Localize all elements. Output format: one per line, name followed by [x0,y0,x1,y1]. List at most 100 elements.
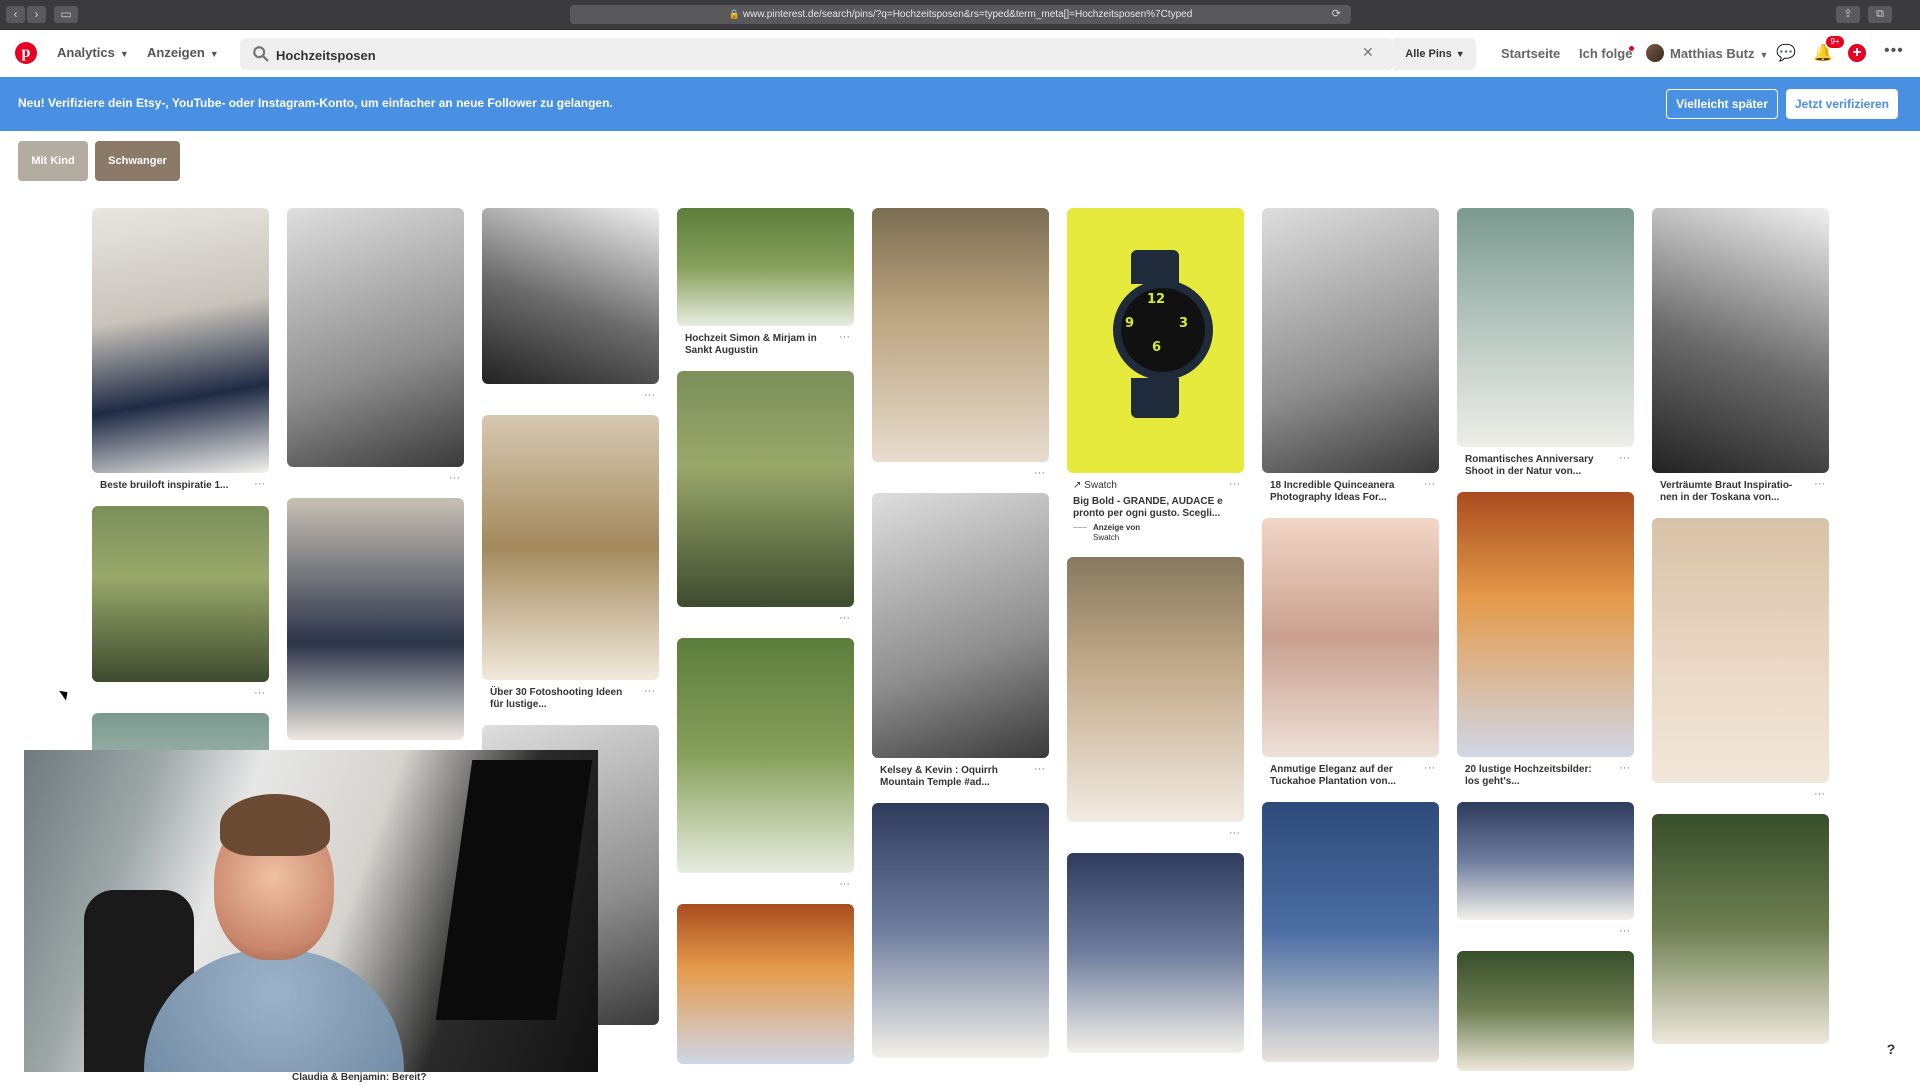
pin-card[interactable] [1457,951,1634,1071]
pin-card[interactable]: ··· Kelsey & Kevin : Oquirrh Mountain Te… [872,493,1049,789]
pin-card[interactable]: ··· 20 lustige Hochzeitsbilder: los geht… [1457,492,1634,788]
sidebar-toggle-button[interactable]: ▭ [54,6,78,23]
pin-image[interactable] [872,803,1049,1058]
pin-card[interactable]: ··· [677,371,854,624]
address-bar[interactable]: 🔒 www.pinterest.de/search/pins/?q=Hochzei… [570,5,1351,24]
pin-image[interactable] [1262,208,1439,473]
pin-card[interactable] [1262,802,1439,1062]
pin-card[interactable]: ··· [1457,802,1634,937]
filter-chip-schwanger[interactable]: Schwanger [95,141,180,181]
pin-image[interactable] [1652,208,1829,473]
pin-image[interactable] [482,208,659,384]
pin-image[interactable] [92,208,269,473]
ellipsis-icon[interactable]: ··· [1424,478,1435,490]
pin-card[interactable] [677,904,854,1064]
ellipsis-icon[interactable]: ··· [644,389,655,401]
pin-image[interactable] [287,498,464,740]
ellipsis-icon[interactable]: ··· [1619,925,1630,937]
pin-image[interactable] [1067,557,1244,822]
promoted-pin-card[interactable]: 12 9 3 6 ··· ↗ Swatch Big Bold - GRANDE,… [1067,208,1244,543]
pin-card[interactable]: ··· Romantisches Anniversary Shoot in de… [1457,208,1634,478]
pin-image[interactable] [1652,518,1829,783]
ellipsis-icon[interactable]: ··· [1424,762,1435,774]
ellipsis-icon[interactable]: ••• [1884,42,1904,60]
speech-bubble-icon[interactable]: 💬 [1776,43,1796,63]
ellipsis-icon[interactable]: ··· [839,331,850,343]
share-button[interactable]: ⇪ [1836,6,1860,23]
ellipsis-icon[interactable]: ··· [254,687,265,699]
ellipsis-icon[interactable]: ··· [1619,762,1630,774]
pin-card[interactable]: ··· Beste bruiloft inspiratie 1... [92,208,269,492]
pin-card[interactable]: ··· Hochzeit Simon & Mirjam in Sankt Aug… [677,208,854,357]
pin-card[interactable]: ··· Über 30 Fotoshooting Ideen für lusti… [482,415,659,711]
back-button[interactable]: ‹ [6,6,25,23]
pin-title: Romantisches Anniversary Shoot in der Na… [1465,454,1594,477]
pin-image[interactable] [482,415,659,680]
pin-image[interactable] [677,208,854,326]
ellipsis-icon[interactable]: ··· [1229,827,1240,839]
nav-anzeigen[interactable]: Anzeigen ▼ [147,45,219,60]
pin-card[interactable]: ··· [677,638,854,890]
tabs-button[interactable]: ⧉ [1868,6,1892,23]
pin-card[interactable]: ··· Verträumte Braut Inspiratio-nen in d… [1652,208,1829,504]
pin-image[interactable] [677,371,854,607]
pin-image[interactable] [872,493,1049,758]
help-button[interactable]: ? [1881,1039,1901,1059]
pin-card[interactable]: ··· [482,208,659,401]
nav-ich-folge[interactable]: Ich folge [1579,46,1632,61]
pin-image[interactable] [1457,951,1634,1071]
pin-card[interactable]: ··· [92,506,269,699]
verify-button[interactable]: Jetzt verifizieren [1786,89,1898,119]
pin-image[interactable] [1457,802,1634,920]
pin-image[interactable] [1262,802,1439,1062]
plus-icon[interactable]: + [1848,44,1866,62]
forward-button[interactable]: › [27,6,46,23]
pin-card[interactable] [872,803,1049,1058]
pin-card[interactable] [1067,853,1244,1053]
pin-card[interactable] [287,498,464,740]
search-scope-select[interactable]: Alle Pins ▼ [1394,38,1476,70]
pin-image[interactable] [1457,492,1634,757]
ellipsis-icon[interactable]: ··· [449,472,460,484]
nav-analytics[interactable]: Analytics ▼ [57,45,129,60]
pin-card[interactable]: ··· [1067,557,1244,839]
avatar[interactable] [1646,44,1664,62]
search-scope-label: Alle Pins [1405,48,1452,60]
ellipsis-icon[interactable]: ··· [1034,763,1045,775]
ellipsis-icon[interactable]: ··· [1619,452,1630,464]
ellipsis-icon[interactable]: ··· [644,685,655,697]
ellipsis-icon[interactable]: ··· [1814,478,1825,490]
pin-image[interactable] [1067,853,1244,1053]
nav-startseite[interactable]: Startseite [1501,46,1560,61]
ellipsis-icon[interactable]: ··· [1229,478,1240,490]
pin-image[interactable] [1652,814,1829,1044]
pin-image[interactable] [872,208,1049,462]
filter-chip-mit-kind[interactable]: Mit Kind [18,141,88,181]
user-menu[interactable]: Matthias Butz ▼ [1670,46,1768,61]
pin-image[interactable] [677,904,854,1064]
ellipsis-icon[interactable]: ··· [839,612,850,624]
pin-card[interactable]: ··· [1652,518,1829,800]
pin-image[interactable] [677,638,854,873]
pinterest-logo-icon[interactable]: p [15,42,37,64]
pin-image[interactable] [92,506,269,682]
pin-image[interactable]: 12 9 3 6 [1067,208,1244,473]
pin-card[interactable]: ··· [287,208,464,484]
pin-card[interactable]: ··· 18 Incredible Quinceanera Photograph… [1262,208,1439,504]
pin-card[interactable] [1652,814,1829,1044]
pin-image[interactable] [1457,208,1634,447]
pin-image[interactable] [1262,518,1439,757]
later-button[interactable]: Vielleicht später [1666,89,1778,119]
ellipsis-icon[interactable]: ··· [1814,788,1825,800]
pin-image[interactable] [287,208,464,467]
chevron-down-icon: ▼ [209,49,219,59]
x-icon[interactable]: ✕ [1362,44,1374,61]
ellipsis-icon[interactable]: ··· [254,478,265,490]
search-bar[interactable]: ✕ [240,38,1394,70]
pin-card[interactable]: ··· [872,208,1049,479]
ellipsis-icon[interactable]: ··· [839,878,850,890]
ellipsis-icon[interactable]: ··· [1034,467,1045,479]
pin-card[interactable]: ··· Anmutige Eleganz auf der Tuckahoe Pl… [1262,518,1439,788]
search-input[interactable] [274,44,1278,66]
reload-icon[interactable]: ⟳ [1332,5,1341,24]
